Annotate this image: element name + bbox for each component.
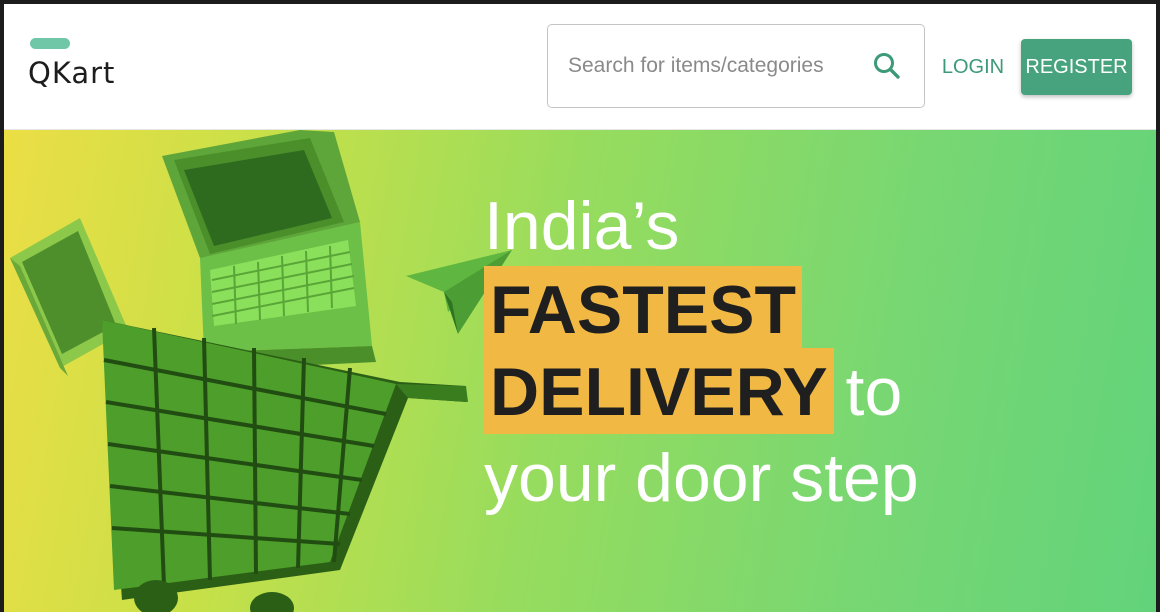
headline-line-2: FASTEST bbox=[484, 266, 1144, 352]
search-box[interactable] bbox=[547, 24, 925, 108]
logo-text: QKart bbox=[28, 56, 116, 90]
headline-line-4: your door step bbox=[484, 440, 919, 516]
top-nav-bar: QKart LOGIN REGISTER bbox=[4, 4, 1156, 130]
headline-line-1: India’s bbox=[484, 188, 680, 264]
shopping-cart-icon bbox=[102, 320, 468, 612]
register-button[interactable]: REGISTER bbox=[1021, 39, 1132, 95]
logo-accent-bar bbox=[30, 38, 70, 49]
app-window: QKart LOGIN REGISTER bbox=[0, 0, 1160, 612]
headline-line-3: DELIVERY to bbox=[484, 348, 1144, 434]
headline-to: to bbox=[845, 354, 903, 430]
hero-illustration bbox=[10, 130, 512, 612]
highlight-delivery: DELIVERY bbox=[484, 348, 834, 434]
hero-headline: India’s FASTEST DELIVERY to your door ste… bbox=[484, 192, 1144, 516]
highlight-fastest: FASTEST bbox=[484, 266, 803, 352]
qkart-logo[interactable]: QKart bbox=[28, 38, 148, 94]
laptop-icon bbox=[162, 130, 376, 370]
search-input[interactable] bbox=[548, 25, 868, 107]
login-button[interactable]: LOGIN bbox=[934, 49, 1012, 85]
hero-banner: India’s FASTEST DELIVERY to your door ste… bbox=[4, 130, 1156, 612]
search-icon[interactable] bbox=[871, 50, 903, 82]
